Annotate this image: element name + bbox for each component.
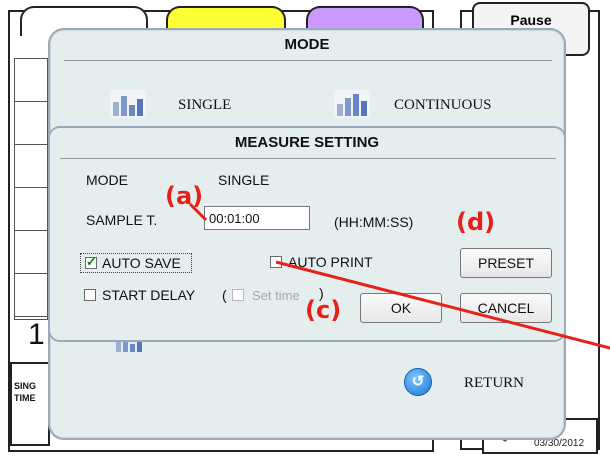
start-delay-checkbox-box[interactable] [84, 289, 96, 301]
return-button[interactable]: ↺ [404, 368, 432, 396]
mode-dialog-title: MODE [284, 36, 330, 53]
auto-save-checkbox[interactable]: AUTO SAVE [80, 253, 192, 273]
status-text: SING TIME [14, 380, 36, 404]
auto-save-checkbox-box[interactable] [85, 254, 97, 270]
preset-button[interactable]: PRESET [460, 248, 552, 278]
mode-option-continuous[interactable]: CONTINUOUS [334, 90, 492, 123]
sample-time-unit: (HH:MM:SS) [334, 214, 414, 230]
mode-option-continuous-label: CONTINUOUS [394, 97, 492, 113]
cancel-button[interactable]: CANCEL [460, 293, 552, 323]
status-box [10, 362, 50, 446]
sample-counter: 1 [28, 318, 45, 351]
auto-save-label: AUTO SAVE [102, 255, 181, 271]
measure-dialog-title: MEASURE SETTING [234, 134, 380, 151]
sample-time-input[interactable] [204, 206, 310, 230]
bar-chart-icon [110, 90, 146, 118]
annotation-d: (d) [456, 208, 496, 236]
status-line-2: TIME [14, 393, 36, 403]
auto-print-label: AUTO PRINT [288, 254, 373, 270]
sample-time-label: SAMPLE T. [86, 212, 158, 228]
auto-print-checkbox-box[interactable] [270, 256, 282, 268]
start-delay-label: START DELAY [102, 287, 196, 303]
return-arrow-icon: ↺ [411, 373, 425, 390]
mode-option-single[interactable]: SINGLE [110, 90, 231, 123]
mode-value: SINGLE [218, 172, 270, 188]
ok-button[interactable]: OK [360, 293, 442, 323]
annotation-c: (c) [305, 296, 342, 324]
status-line-1: SING [14, 381, 37, 391]
title-divider [60, 158, 556, 159]
mode-label: MODE [86, 172, 128, 188]
pause-label: Pause [510, 12, 552, 28]
set-time-label: Set time [252, 288, 300, 303]
background-list [14, 58, 48, 320]
title-divider [64, 60, 552, 61]
set-time-open-paren: ( [222, 287, 227, 303]
return-label[interactable]: RETURN [464, 375, 524, 392]
set-time-checkbox [232, 289, 244, 301]
annotation-a: (a) [165, 182, 204, 210]
mode-option-single-label: SINGLE [178, 97, 232, 113]
bar-chart-icon [334, 90, 370, 118]
